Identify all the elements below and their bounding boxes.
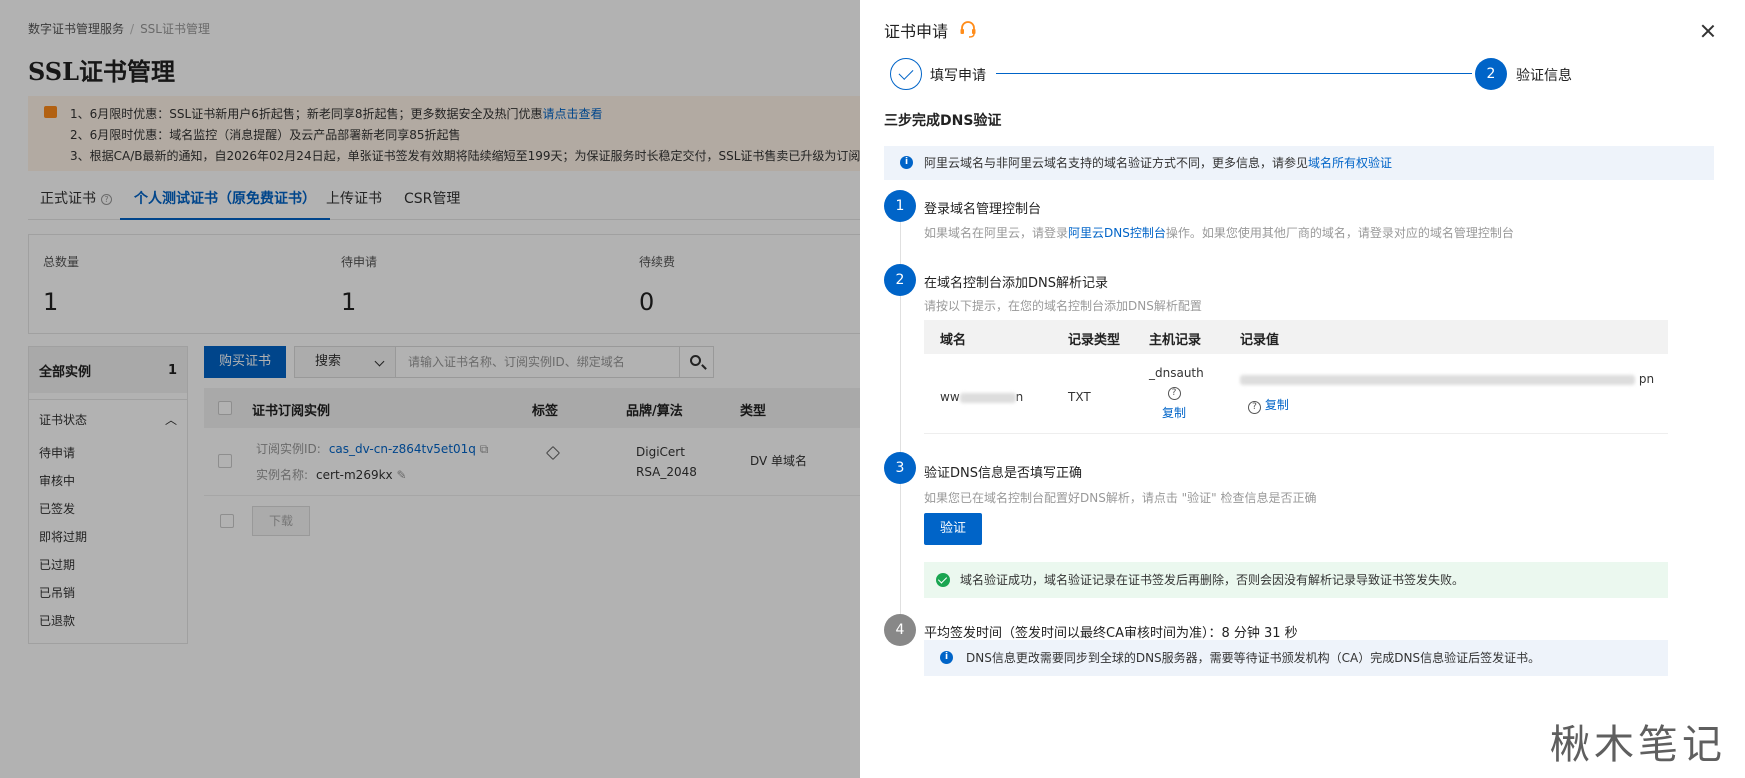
step-2-desc: 请按以下提示，在您的域名控制台添加DNS解析配置 (924, 299, 1202, 313)
record-value: pn ? 复制 (1240, 372, 1660, 414)
step-1-label: 填写申请 (930, 68, 986, 84)
dns-record-row: ww n TXT _dnsauth ? 复制 pn ? 复制 (924, 354, 1668, 434)
record-domain: ww n (940, 390, 1024, 404)
step-1-desc: 如果域名在阿里云，请登录阿里云DNS控制台操作。如果您使用其他厂商的域名，请登录… (924, 226, 1514, 240)
watermark: 楸木笔记 (1550, 722, 1726, 768)
step-3-number: 3 (884, 452, 916, 484)
step-3-desc: 如果您已在域名控制台配置好DNS解析，请点击 "验证" 检查信息是否正确 (924, 491, 1317, 505)
dns-record-table: 域名 记录类型 主机记录 记录值 ww n TXT _dnsauth ? 复制 p… (924, 320, 1668, 434)
step-connector (996, 73, 1472, 74)
overlay-mask[interactable] (0, 0, 860, 778)
step-1-number: 1 (884, 190, 916, 222)
success-check-icon (936, 573, 950, 587)
info-icon: i (940, 651, 953, 664)
step-2-label: 验证信息 (1516, 68, 1572, 84)
drawer-title: 证书申请 (884, 22, 949, 41)
headset-icon[interactable] (958, 19, 978, 39)
help-icon[interactable]: ? (1248, 401, 1261, 414)
dns-sync-info: i DNS信息更改需要同步到全球的DNS服务器，需要等待证书颁发机构（CA）完成… (924, 640, 1668, 676)
dns-table-header: 域名 记录类型 主机记录 记录值 (924, 320, 1668, 354)
close-icon[interactable] (1698, 22, 1718, 42)
verify-success-alert: 域名验证成功，域名验证记录在证书签发后再删除，否则会因没有解析记录导致证书签发失… (924, 562, 1668, 598)
info-icon: i (900, 156, 913, 169)
verify-button[interactable]: 验证 (924, 513, 982, 545)
domain-info-bar: i 阿里云域名与非阿里云域名支持的域名验证方式不同，更多信息，请参见域名所有权验… (884, 146, 1714, 180)
section-title: 三步完成DNS验证 (884, 113, 1002, 129)
step-4-title: 平均签发时间（签发时间以最终CA审核时间为准）：8 分钟 31 秒 (924, 626, 1298, 641)
record-type: TXT (1068, 390, 1091, 404)
record-host: _dnsauth ? 复制 (1149, 366, 1204, 421)
domain-ownership-link[interactable]: 域名所有权验证 (1308, 156, 1392, 170)
step-connector-line (900, 484, 901, 618)
step-1-title: 登录域名管理控制台 (924, 202, 1042, 217)
step-2-number: 2 (1475, 58, 1507, 90)
copy-host-button[interactable]: 复制 (1149, 404, 1199, 421)
step-2-title: 在域名控制台添加DNS解析记录 (924, 276, 1108, 291)
step-connector-line (900, 296, 901, 452)
step-4-number: 4 (884, 614, 916, 646)
aliyun-dns-link[interactable]: 阿里云DNS控制台 (1068, 226, 1166, 240)
help-icon[interactable]: ? (1167, 387, 1181, 400)
step-done-check-icon (890, 58, 922, 90)
step-3-title: 验证DNS信息是否填写正确 (924, 466, 1082, 481)
cert-apply-drawer: 证书申请 填写申请 2 验证信息 三步完成DNS验证 i 阿里云域名与非阿里云域… (860, 0, 1745, 778)
step-2-circle: 2 (884, 264, 916, 296)
copy-value-button[interactable]: 复制 (1265, 398, 1289, 412)
step-connector-line (900, 222, 901, 264)
